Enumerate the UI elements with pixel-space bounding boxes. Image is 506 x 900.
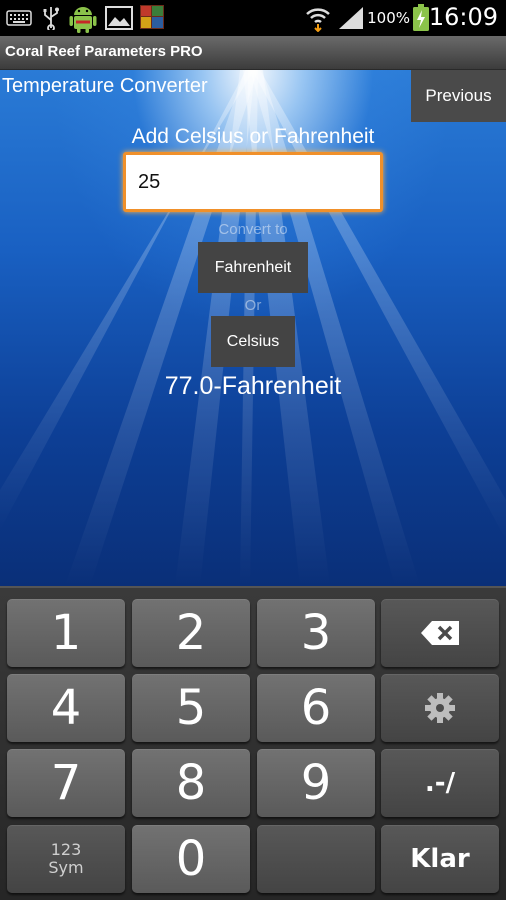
gear-icon (425, 693, 455, 723)
key-5[interactable]: 5 (132, 674, 250, 742)
key-9[interactable]: 9 (257, 749, 375, 817)
app-notification-icon (139, 4, 165, 34)
symbols-key[interactable]: 123 Sym (7, 825, 125, 893)
android-debug-icon (68, 2, 98, 38)
symbols-key-top-label: 123 (50, 840, 82, 859)
app-title: Coral Reef Parameters PRO (5, 43, 203, 60)
settings-key[interactable] (381, 674, 499, 742)
clock: 16:09 (428, 3, 498, 31)
backspace-icon (421, 621, 459, 645)
usb-icon (42, 6, 60, 34)
keyboard-icon (6, 10, 32, 30)
conversion-result: 77.0-Fahrenheit (164, 372, 342, 400)
input-label: Add Celsius or Fahrenheit (131, 125, 375, 148)
punctuation-key[interactable]: .-/ (381, 749, 499, 817)
or-label: Or (244, 297, 262, 314)
screen-title: Temperature Converter (2, 75, 208, 97)
wifi-icon (305, 4, 331, 36)
key-6[interactable]: 6 (257, 674, 375, 742)
key-1[interactable]: 1 (7, 599, 125, 667)
gallery-icon (105, 6, 133, 34)
previous-button[interactable]: Previous (411, 70, 506, 122)
converter-screen: Temperature Converter Previous Add Celsi… (0, 70, 506, 586)
convert-to-label: Convert to (218, 221, 288, 238)
symbols-key-bottom-label: Sym (48, 858, 84, 877)
celsius-button[interactable]: Celsius (211, 316, 295, 367)
battery-percent: 100% (367, 9, 410, 27)
key-7[interactable]: 7 (7, 749, 125, 817)
signal-icon (338, 6, 364, 34)
done-key[interactable]: Klar (381, 825, 499, 893)
key-4[interactable]: 4 (7, 674, 125, 742)
key-2[interactable]: 2 (132, 599, 250, 667)
backspace-key[interactable] (381, 599, 499, 667)
app-title-bar: Coral Reef Parameters PRO (0, 36, 506, 70)
blank-key[interactable] (257, 825, 375, 893)
numeric-keyboard: 1 2 3 4 5 6 7 8 9 .-/ 123 Sym 0 Klar (0, 586, 506, 900)
fahrenheit-button[interactable]: Fahrenheit (198, 242, 308, 293)
status-bar: 100% 16:09 (0, 0, 506, 36)
temperature-input[interactable] (123, 152, 383, 212)
battery-charging-icon (412, 4, 430, 36)
key-8[interactable]: 8 (132, 749, 250, 817)
key-0[interactable]: 0 (132, 825, 250, 893)
key-3[interactable]: 3 (257, 599, 375, 667)
